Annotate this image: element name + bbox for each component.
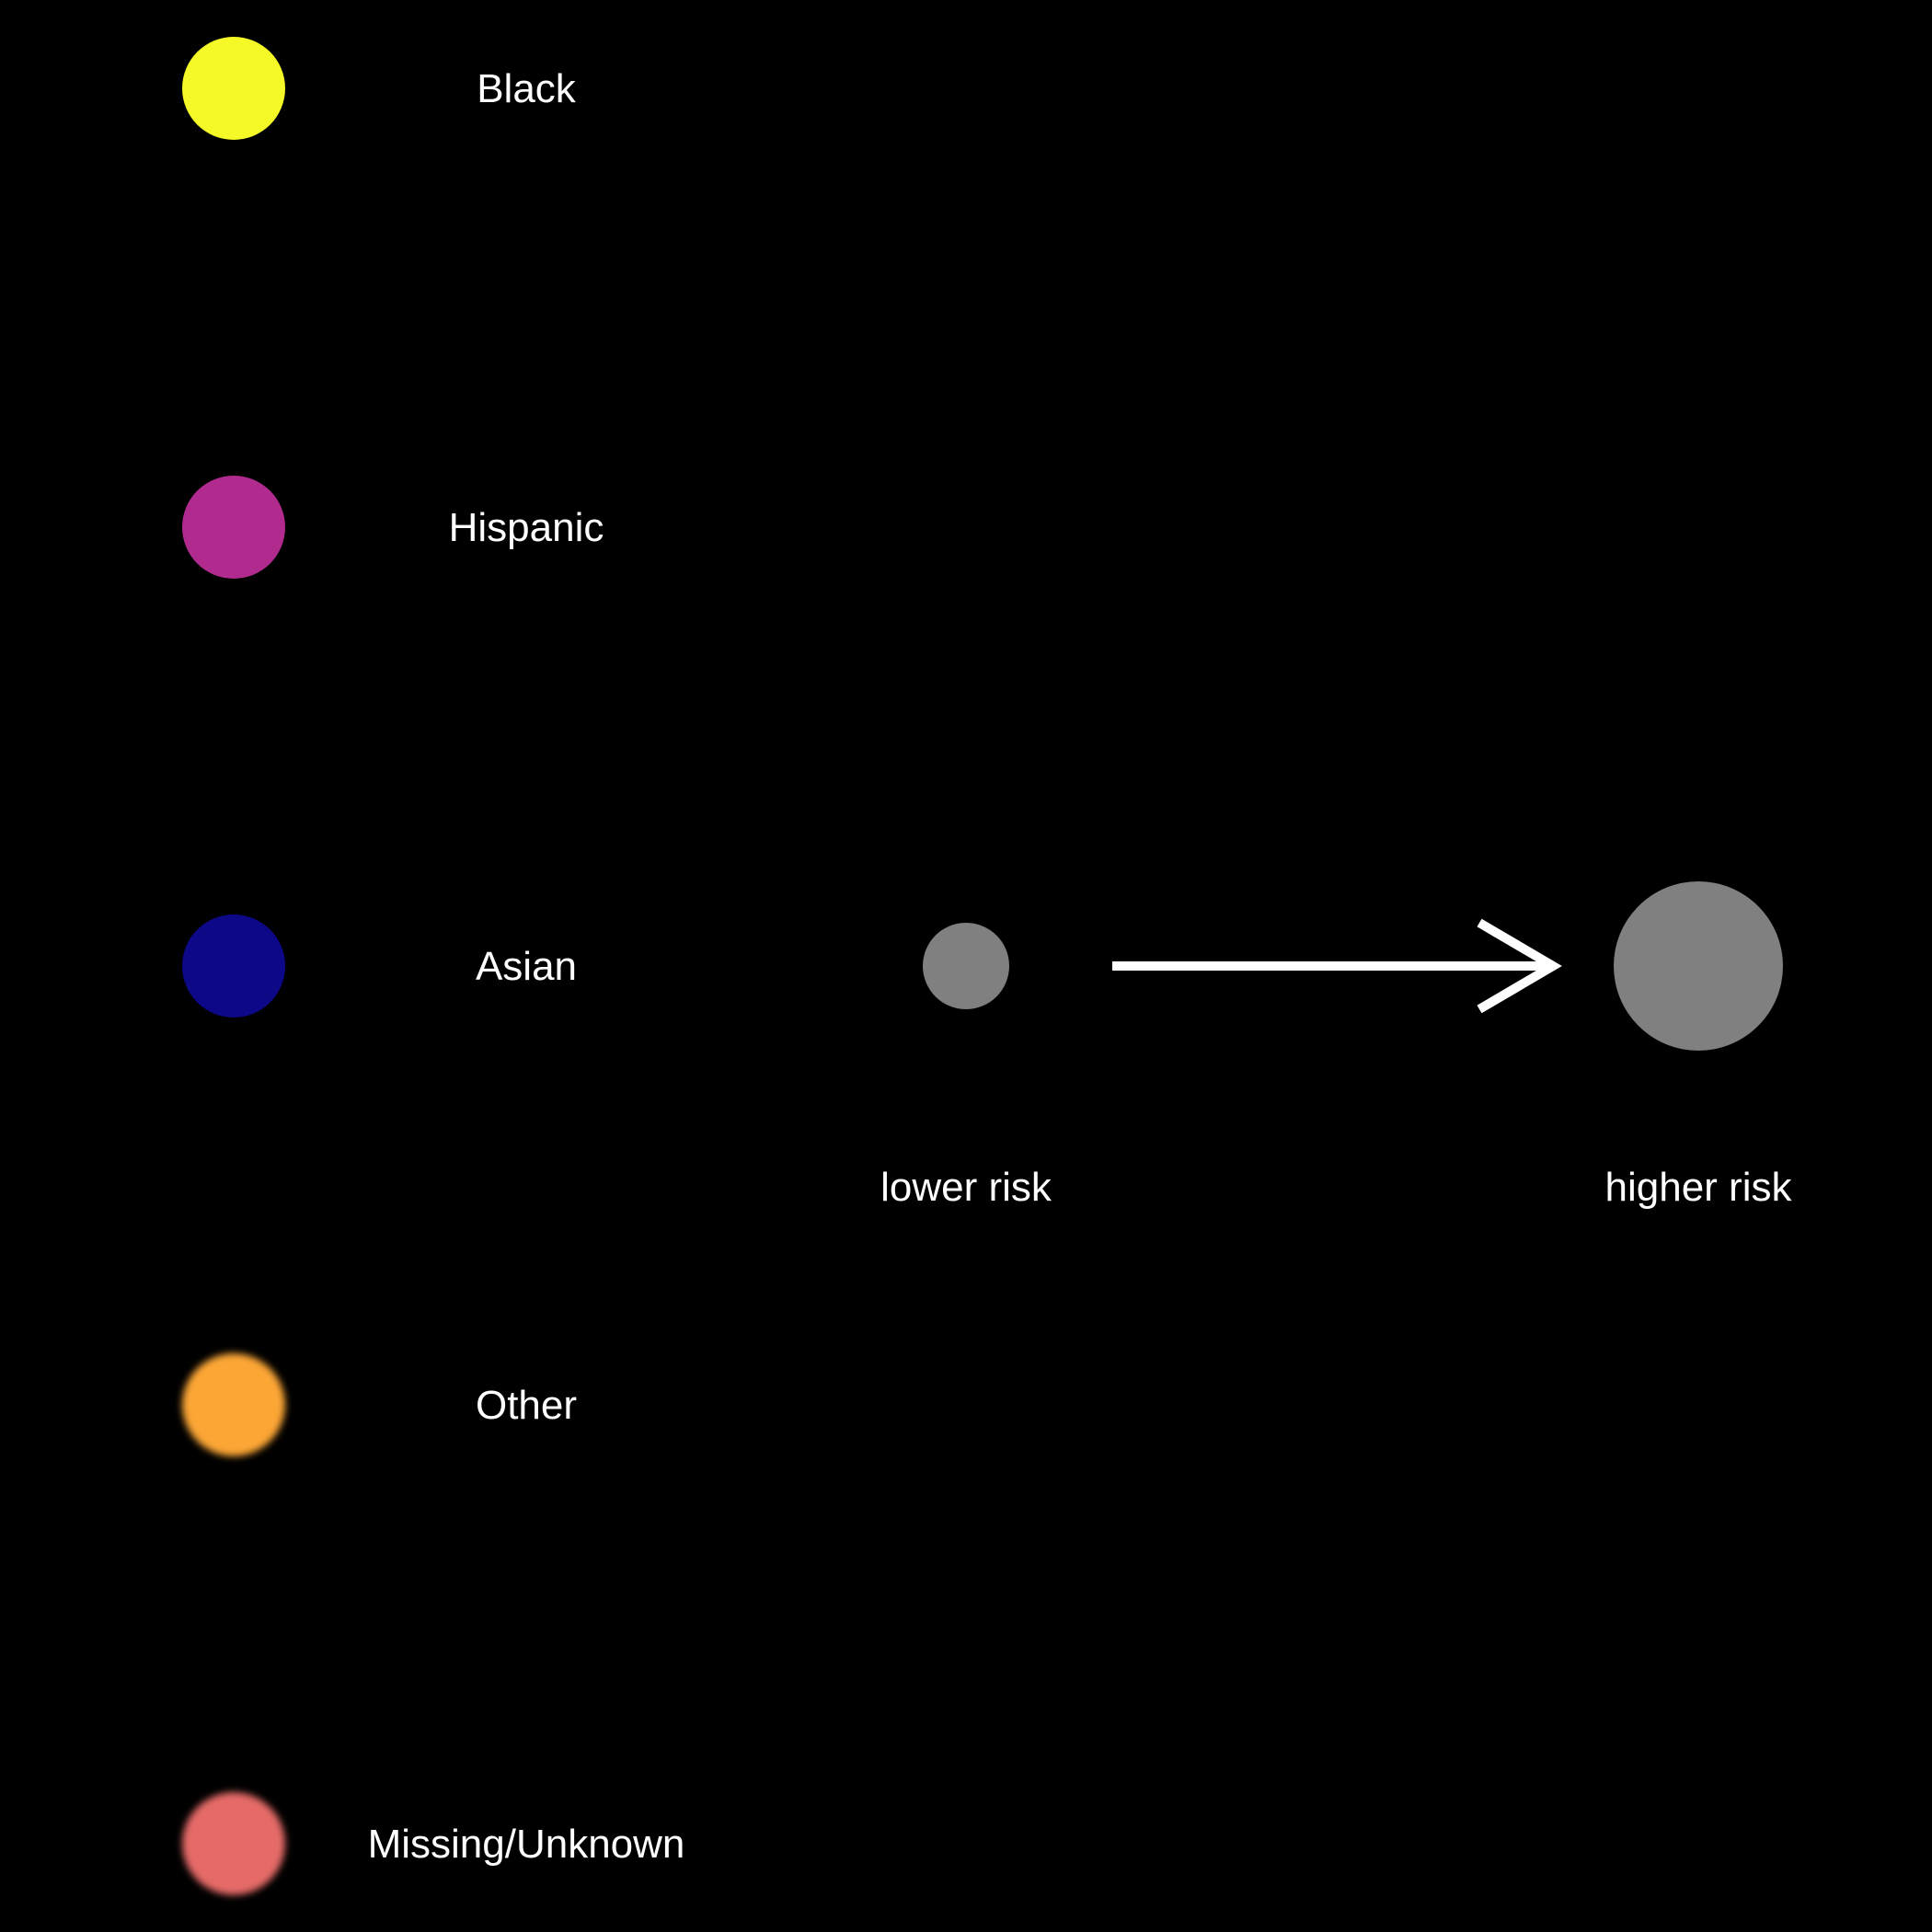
legend-entry-asian: Asian (182, 914, 577, 1018)
legend-label-missing-unknown: Missing/Unknown (368, 1822, 685, 1867)
legend-label-black: Black (477, 66, 577, 111)
legend-entry-missing-unknown: Missing/Unknown (182, 1792, 684, 1895)
legend-marker-other (182, 1353, 285, 1456)
size-legend: lower risk higher risk (880, 881, 1792, 1210)
legend-entry-other: Other (182, 1353, 577, 1456)
higher-risk-label: higher risk (1605, 1165, 1793, 1210)
legend-marker-black (182, 37, 285, 140)
category-legend: Black Hispanic Asian Other Missing/Unknown (182, 37, 684, 1895)
legend-marker-hispanic (182, 476, 285, 579)
lower-risk-marker (923, 923, 1009, 1009)
legend-entry-black: Black (182, 37, 577, 140)
legend-label-other: Other (476, 1383, 577, 1428)
legend-entry-hispanic: Hispanic (182, 476, 604, 579)
legend-label-asian: Asian (476, 944, 577, 989)
legend-label-hispanic: Hispanic (449, 505, 604, 550)
legend-panel: Black Hispanic Asian Other Missing/Unknown l… (182, 37, 1792, 1895)
legend-marker-asian (182, 914, 285, 1018)
legend-marker-missing-unknown (182, 1792, 285, 1895)
higher-risk-marker (1614, 881, 1783, 1051)
lower-risk-label: lower risk (880, 1165, 1052, 1210)
